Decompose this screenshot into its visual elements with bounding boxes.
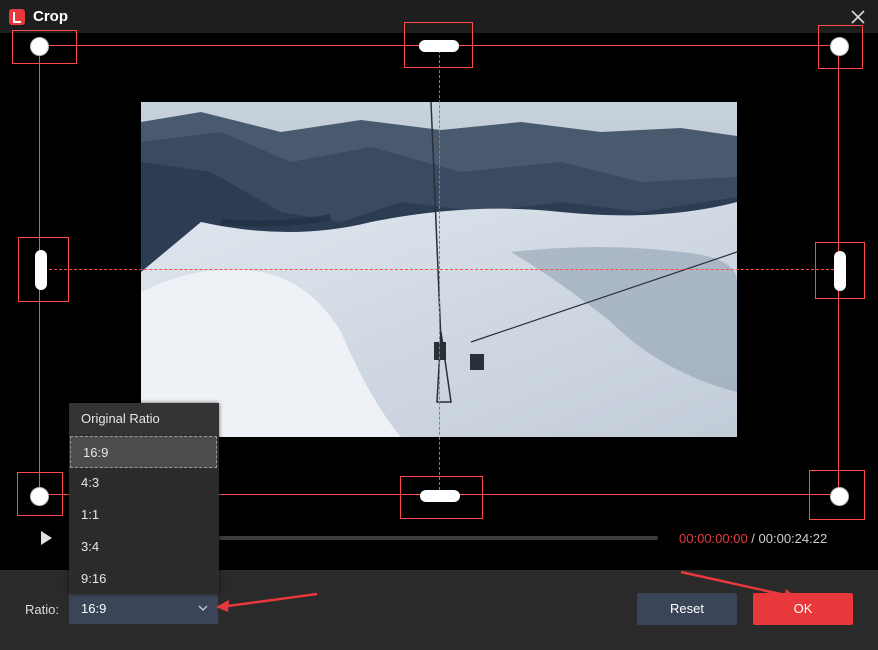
time-separator: / (747, 531, 759, 546)
crop-handle-bottom[interactable] (400, 476, 483, 519)
ratio-option-16-9[interactable]: 16:9 (70, 436, 217, 468)
crop-center-guide-vertical (439, 45, 440, 495)
window-title: Crop (33, 8, 68, 25)
ratio-label: Ratio: (25, 602, 59, 617)
crop-handle-knob (830, 487, 849, 506)
crop-handle-top-left[interactable] (12, 30, 77, 64)
current-time: 00:00:00:00 (679, 531, 748, 546)
crop-handle-left[interactable] (18, 237, 69, 302)
ratio-option-4-3[interactable]: 4:3 (69, 467, 219, 499)
chevron-down-icon (198, 605, 208, 611)
ratio-option-3-4[interactable]: 3:4 (69, 531, 219, 563)
crop-handle-bottom-left[interactable] (17, 472, 63, 516)
total-time: 00:00:24:22 (758, 531, 828, 546)
crop-handle-knob (834, 251, 846, 291)
reset-button[interactable]: Reset (637, 593, 737, 625)
ratio-dropdown-menu: Original Ratio 16:9 4:3 1:1 3:4 9:16 (69, 403, 219, 594)
seek-bar[interactable] (218, 536, 658, 540)
crop-handle-right[interactable] (815, 242, 865, 299)
play-icon[interactable] (38, 530, 54, 546)
crop-handle-knob (419, 40, 459, 52)
crop-handle-knob (30, 487, 49, 506)
ratio-select[interactable]: 16:9 (69, 594, 218, 624)
ok-button[interactable]: OK (753, 593, 853, 625)
close-icon[interactable] (848, 7, 868, 27)
ratio-option-original[interactable]: Original Ratio (69, 403, 219, 435)
crop-handle-top[interactable] (404, 22, 473, 68)
app-logo-icon (9, 9, 25, 25)
crop-handle-top-right[interactable] (818, 25, 863, 69)
crop-handle-bottom-right[interactable] (809, 470, 865, 520)
ratio-option-1-1[interactable]: 1:1 (69, 499, 219, 531)
time-display: 00:00:00:00 / 00:00:24:22 (679, 531, 827, 546)
crop-handle-knob (420, 490, 460, 502)
ratio-select-value: 16:9 (81, 601, 107, 616)
ratio-option-9-16[interactable]: 9:16 (69, 563, 219, 595)
crop-handle-knob (30, 37, 49, 56)
crop-handle-knob (35, 250, 47, 290)
crop-handle-knob (830, 37, 849, 56)
